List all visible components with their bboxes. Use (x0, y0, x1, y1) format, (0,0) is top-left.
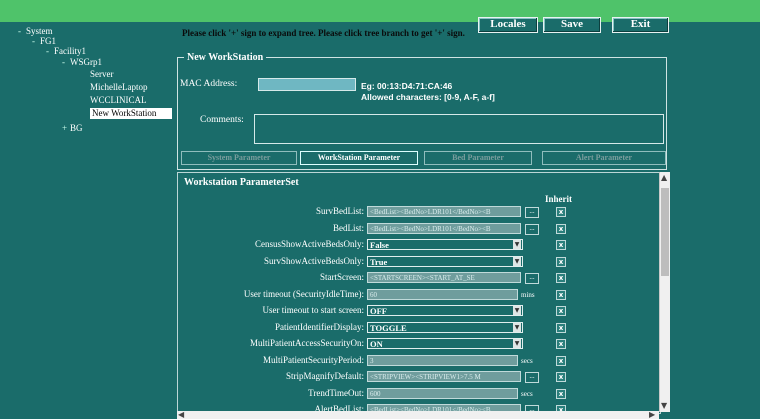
unit-label: mins (521, 291, 535, 299)
parameter-label: StartScreen: (320, 272, 364, 282)
mac-example-hint: Eg: 00:13:D4:71:CA:46 (361, 81, 453, 91)
inherit-x-icon[interactable]: x (556, 273, 566, 283)
inherit-x-icon[interactable]: x (556, 356, 566, 366)
tab-button[interactable]: Bed Parameter (424, 151, 532, 165)
new-workstation-legend: New WorkStation (187, 52, 264, 63)
parameter-label: User timeout (SecurityIdleTime): (243, 289, 364, 299)
collapse-icon[interactable]: - (46, 46, 54, 57)
tree-panel: - System - FG1- Facility1- WSGrp1 Server Michel… (0, 22, 174, 419)
parameter-select[interactable]: False (367, 239, 523, 250)
tree-node-label: Server (90, 69, 114, 79)
comments-label: Comments: (200, 115, 244, 125)
collapse-icon[interactable]: - (18, 26, 26, 37)
select-value: TOGGLE (370, 323, 407, 333)
parameter-text-field[interactable]: <STRIPVIEW><STRIPVIEW1>7.5 M (367, 371, 521, 382)
exit-button[interactable]: Exit (612, 17, 669, 33)
inherit-x-icon[interactable]: x (556, 290, 566, 300)
parameter-label: MultiPatientAccessSecurityOn: (250, 338, 364, 348)
scroll-left-icon[interactable]: ◀ (178, 411, 184, 419)
select-value: False (370, 240, 389, 250)
tab-button[interactable]: Alert Parameter (542, 151, 666, 165)
save-button[interactable]: Save (543, 17, 601, 33)
mac-address-input[interactable] (258, 78, 356, 91)
collapse-icon[interactable]: - (62, 57, 70, 68)
parameter-select[interactable]: ON (367, 338, 523, 349)
dropdown-arrow-icon[interactable]: ▼ (513, 323, 521, 332)
inherit-x-icon[interactable]: x (556, 207, 566, 217)
parameter-select[interactable]: True (367, 256, 523, 267)
tree-node-label: MichelleLaptop (90, 82, 148, 92)
parameter-text-field[interactable]: 600 (367, 388, 518, 399)
tree-node[interactable]: WCCLINICAL (90, 95, 172, 106)
parameter-label: BedList: (333, 223, 364, 233)
browse-button[interactable]: ... (525, 372, 539, 383)
tree-node-label: BG (70, 123, 83, 133)
comments-field[interactable] (254, 114, 664, 144)
tree-node-label: New WorkStation (92, 108, 157, 118)
tree-node[interactable]: Server (90, 69, 114, 80)
unit-label: secs (521, 390, 533, 398)
dropdown-arrow-icon[interactable]: ▼ (513, 257, 521, 266)
dropdown-arrow-icon[interactable]: ▼ (513, 240, 521, 249)
vertical-scrollbar[interactable]: ▲ ▼ (659, 172, 670, 412)
parameter-label: SurvBedList: (315, 206, 364, 216)
inherit-x-icon[interactable]: x (556, 389, 566, 399)
horizontal-scrollbar[interactable]: ◀ ▶ (177, 411, 659, 419)
parameter-label: MultiPatientSecurityPeriod: (263, 355, 364, 365)
inherit-x-icon[interactable]: x (556, 306, 566, 316)
mac-address-label: MAC Address: (180, 79, 238, 89)
parameter-label: StripMagnifyDefault: (286, 371, 364, 381)
collapse-icon[interactable]: - (32, 36, 40, 47)
parameter-text-field[interactable]: 60 (367, 289, 518, 300)
tree-node-label: WCCLINICAL (90, 95, 147, 105)
parameter-text-field[interactable]: <BedList><BedNo>LDR101</BedNo><B (367, 206, 521, 217)
parameter-label: TrendTimeOut: (308, 388, 364, 398)
dropdown-arrow-icon[interactable]: ▼ (513, 306, 521, 315)
inherit-x-icon[interactable]: x (556, 224, 566, 234)
inherit-column-header: Inherit (545, 194, 572, 204)
parameter-text-field[interactable]: 3 (367, 355, 518, 366)
unit-label: secs (521, 357, 533, 365)
parameter-label: PatientIdentifierDisplay: (275, 322, 364, 332)
scroll-right-icon[interactable]: ▶ (649, 411, 655, 419)
parameter-text-field[interactable]: <STARTSCREEN><START_AT_SE (367, 272, 521, 283)
browse-button[interactable]: ... (525, 273, 539, 284)
parameter-text-field[interactable]: <BedList><BedNo>LDR101</BedNo><B (367, 223, 521, 234)
inherit-x-icon[interactable]: x (556, 372, 566, 382)
tree-node-label: System (26, 26, 53, 36)
instruction-message: Please click '+' sign to expand tree. Pl… (182, 28, 465, 38)
dropdown-arrow-icon[interactable]: ▼ (513, 339, 521, 348)
scroll-down-icon[interactable]: ▼ (661, 402, 667, 410)
inherit-x-icon[interactable]: x (556, 323, 566, 333)
select-value: OFF (370, 306, 387, 316)
locales-button[interactable]: Locales (478, 17, 538, 33)
parameter-label: User timeout to start screen: (262, 305, 364, 315)
tree-node-label: FG1 (40, 36, 57, 46)
browse-button[interactable]: ... (525, 207, 539, 218)
tree-node[interactable]: New WorkStation (90, 108, 174, 119)
select-value: True (370, 257, 388, 267)
browse-button[interactable]: ... (525, 224, 539, 235)
tree-node[interactable]: MichelleLaptop (90, 82, 172, 93)
parameter-label: CensusShowActiveBedsOnly: (255, 239, 364, 249)
parameter-select[interactable]: TOGGLE (367, 322, 523, 333)
expand-icon[interactable]: + (62, 123, 70, 134)
tab-button[interactable]: System Parameter (181, 151, 297, 165)
parameter-set-title: Workstation ParameterSet (184, 177, 299, 188)
parameter-select[interactable]: OFF (367, 305, 523, 316)
tree-node-label: Facility1 (54, 46, 86, 56)
scroll-up-icon[interactable]: ▲ (661, 174, 667, 182)
select-value: ON (370, 339, 383, 349)
parameter-label: SurvShowActiveBedsOnly: (264, 256, 364, 266)
inherit-x-icon[interactable]: x (556, 240, 566, 250)
tree-node[interactable]: + BG (62, 123, 83, 134)
tree-node[interactable]: - Facility1 (46, 46, 86, 57)
scroll-thumb[interactable] (661, 188, 669, 276)
inherit-x-icon[interactable]: x (556, 257, 566, 267)
tree-node-label: WSGrp1 (70, 57, 102, 67)
tab-button[interactable]: WorkStation Parameter (300, 151, 418, 165)
mac-allowed-hint: Allowed characters: [0-9, A-F, a-f] (361, 92, 495, 102)
tree-node[interactable]: - WSGrp1 (62, 57, 102, 68)
inherit-x-icon[interactable]: x (556, 339, 566, 349)
